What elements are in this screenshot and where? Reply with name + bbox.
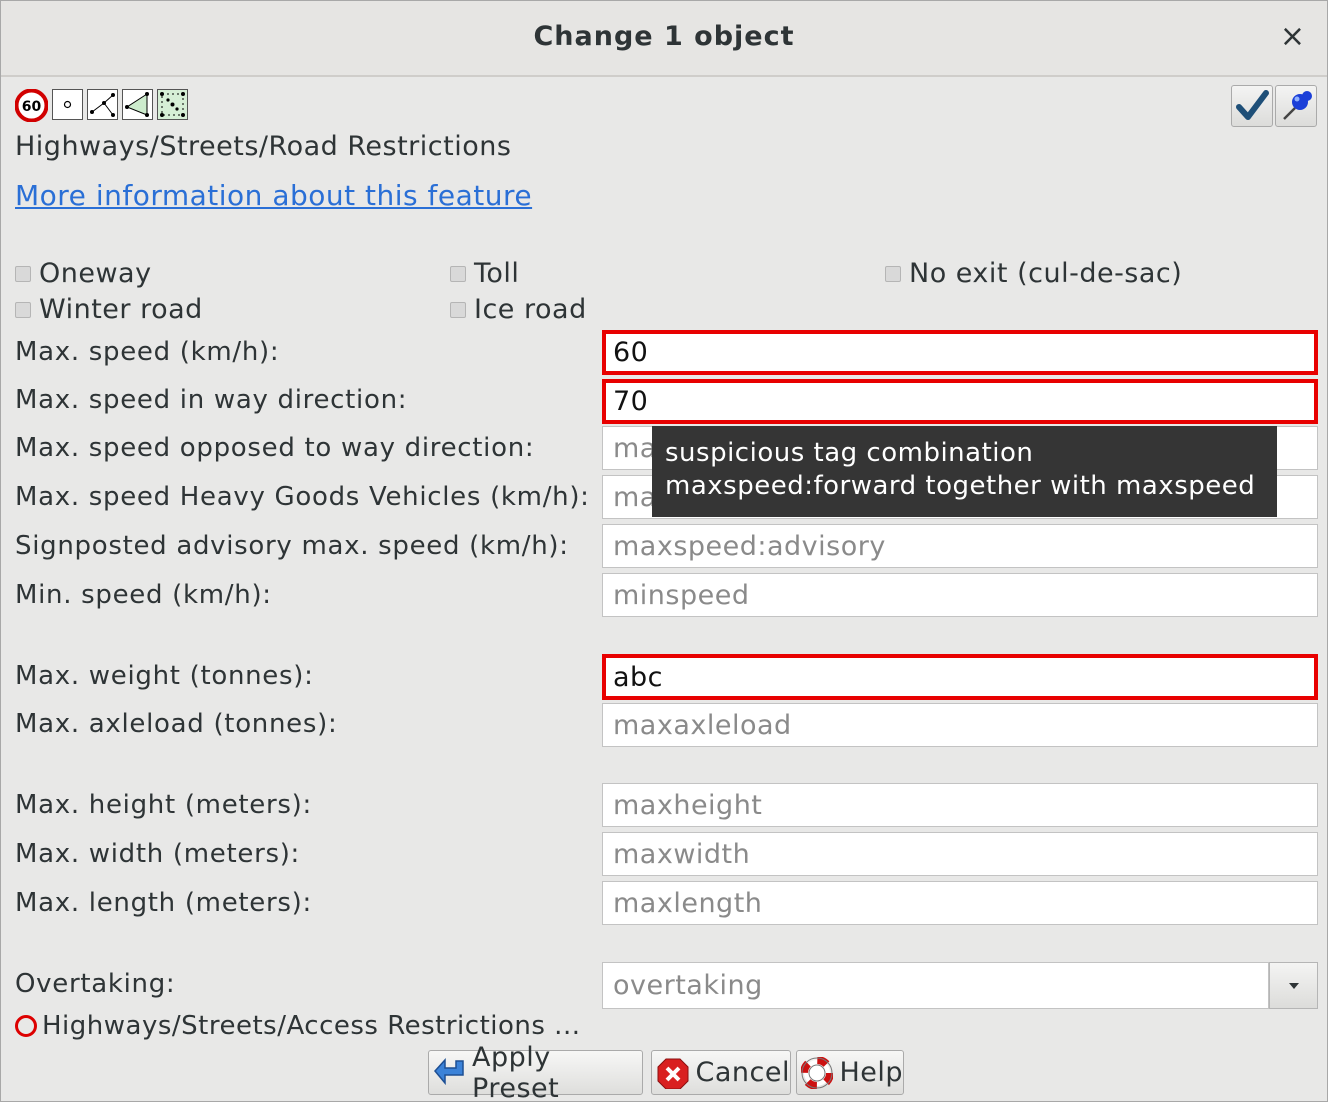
dialog-title: Change 1 object (533, 21, 795, 52)
checkbox-box[interactable] (885, 265, 901, 282)
maxspeed-backward-label: Max. speed opposed to way direction: (15, 433, 535, 463)
validation-tooltip: suspicious tag combination maxspeed:forw… (652, 426, 1277, 517)
cancel-icon (657, 1058, 689, 1089)
multipolygon-icon (157, 89, 188, 120)
linked-preset-label: Highways/Streets/Access Restrictions ... (42, 1011, 581, 1041)
lifebuoy-help-icon (801, 1056, 834, 1089)
checkbox-box[interactable] (450, 265, 466, 282)
change-object-dialog: Change 1 object × 60 Highways/Streets/Ro… (0, 0, 1328, 1102)
button-label: Help (839, 1057, 903, 1088)
button-label: Apply Preset (472, 1041, 560, 1102)
maxwidth-input[interactable]: maxwidth (602, 832, 1318, 876)
help-button[interactable]: Help (796, 1050, 904, 1095)
pin-icon (1283, 91, 1312, 120)
checkbox-label: No exit (cul-de-sac) (909, 258, 1183, 289)
input-value: 60 (613, 337, 649, 368)
close-icon[interactable]: × (1280, 19, 1305, 55)
maxspeed-forward-input[interactable]: 70 (602, 379, 1318, 424)
input-placeholder: ma (613, 432, 657, 464)
dropdown-button[interactable] (1269, 962, 1318, 1009)
input-placeholder: maxaxleload (613, 709, 792, 741)
checkbox-box[interactable] (15, 301, 31, 318)
input-placeholder: maxheight (613, 789, 763, 821)
maxspeed-advisory-input[interactable]: maxspeed:advisory (602, 524, 1318, 568)
apply-arrow-icon (434, 1057, 464, 1085)
preset-type-icons: 60 (14, 88, 188, 123)
overtaking-input[interactable]: overtaking (602, 962, 1269, 1009)
overtaking-label: Overtaking: (15, 969, 176, 999)
apply-check-button[interactable] (1231, 85, 1273, 127)
input-placeholder: maxlength (613, 887, 763, 919)
checkbox-label: Oneway (39, 258, 152, 289)
linked-preset[interactable]: Highways/Streets/Access Restrictions ... (15, 1011, 580, 1041)
checkbox-box[interactable] (450, 301, 466, 318)
checkbox-box[interactable] (15, 265, 31, 282)
checkbox-toll[interactable]: Toll (450, 258, 519, 289)
way-icon (87, 89, 118, 120)
input-placeholder: minspeed (613, 579, 750, 611)
overtaking-combobox[interactable]: overtaking (602, 962, 1318, 1009)
maxwidth-label: Max. width (meters): (15, 839, 301, 869)
input-placeholder: maxwidth (613, 838, 751, 870)
maxaxleload-input[interactable]: maxaxleload (602, 703, 1318, 747)
closed-way-icon (122, 89, 153, 120)
button-label: Cancel (695, 1057, 790, 1088)
pin-button[interactable] (1275, 85, 1317, 127)
minspeed-label: Min. speed (km/h): (15, 580, 272, 610)
maxaxleload-label: Max. axleload (tonnes): (15, 709, 338, 739)
tooltip-line: suspicious tag combination (665, 438, 1034, 468)
svg-text:60: 60 (22, 99, 42, 115)
checkbox-label: Winter road (39, 294, 203, 325)
input-value: 70 (613, 386, 649, 417)
input-placeholder: overtaking (613, 970, 763, 1001)
checkbox-label: Ice road (474, 294, 587, 325)
minspeed-input[interactable]: minspeed (602, 573, 1318, 617)
maxspeed-label: Max. speed (km/h): (15, 337, 280, 367)
cancel-button[interactable]: Cancel (651, 1050, 791, 1095)
maxspeed-60-sign-icon: 60 (14, 88, 49, 123)
maxheight-input[interactable]: maxheight (602, 783, 1318, 827)
maxlength-input[interactable]: maxlength (602, 881, 1318, 925)
apply-preset-button[interactable]: Apply Preset (428, 1042, 643, 1101)
checkbox-label: Toll (474, 258, 520, 289)
maxspeed-input[interactable]: 60 (602, 330, 1318, 375)
checkbox-oneway[interactable]: Oneway (15, 258, 152, 289)
maxspeed-hgv-label: Max. speed Heavy Goods Vehicles (km/h): (15, 482, 590, 512)
checkbox-noexit[interactable]: No exit (cul-de-sac) (885, 258, 1182, 289)
maxlength-label: Max. length (meters): (15, 888, 312, 918)
input-placeholder: ma (613, 481, 657, 513)
maxweight-label: Max. weight (tonnes): (15, 661, 314, 691)
preset-group-name: Highways/Streets/Road Restrictions (15, 131, 512, 162)
maxweight-input[interactable]: abc (602, 654, 1318, 700)
preset-ring-icon (15, 1015, 37, 1037)
input-placeholder: maxspeed:advisory (613, 530, 886, 562)
input-value: abc (613, 661, 664, 693)
tooltip-line: maxspeed:forward together with maxspeed (665, 471, 1256, 501)
maxspeed-forward-label: Max. speed in way direction: (15, 385, 408, 415)
apply-check-icon (1236, 90, 1269, 120)
maxspeed-advisory-label: Signposted advisory max. speed (km/h): (15, 531, 569, 561)
checkbox-winter-road[interactable]: Winter road (15, 294, 203, 325)
checkbox-ice-road[interactable]: Ice road (450, 294, 587, 325)
title-bar: Change 1 object × (1, 1, 1327, 77)
maxheight-label: Max. height (meters): (15, 790, 312, 820)
chevron-down-icon (1288, 982, 1299, 989)
more-info-link[interactable]: More information about this feature (15, 179, 532, 212)
node-icon (52, 89, 83, 120)
